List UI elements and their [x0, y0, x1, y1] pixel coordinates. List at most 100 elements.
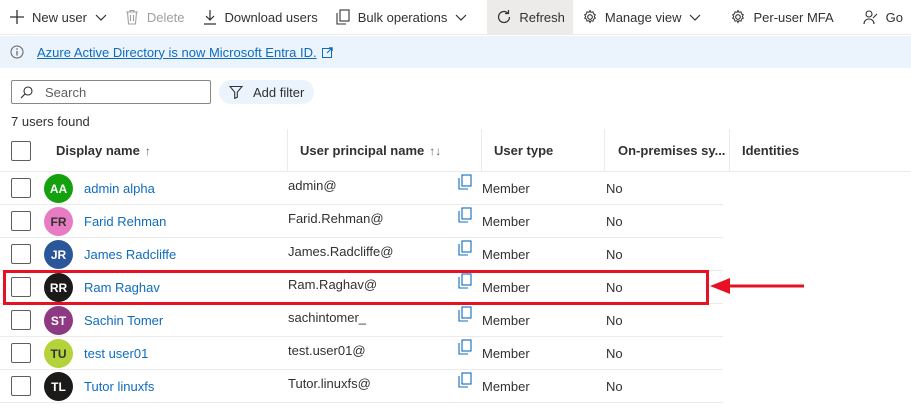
user-display-name-link[interactable]: James Radcliffe [84, 247, 176, 262]
sort-icon: ↑↓ [429, 143, 442, 158]
user-principal-name: test.user01@ [288, 343, 366, 358]
table-row[interactable]: AA admin alpha admin@ Member No [0, 172, 723, 205]
column-divider[interactable] [604, 129, 605, 172]
add-filter-button[interactable]: Add filter [219, 80, 315, 104]
user-type: Member [482, 346, 530, 361]
table-row[interactable]: FR Farid Rehman Farid.Rehman@ Member No [0, 205, 723, 238]
column-identities-label: Identities [742, 143, 800, 158]
user-display-name-link[interactable]: Farid Rehman [84, 214, 166, 229]
filter-icon [229, 85, 243, 99]
column-on-prem-label: On-premises sy... [618, 143, 726, 158]
on-premises-sync-value: No [606, 313, 623, 328]
refresh-button[interactable]: Refresh [487, 0, 573, 35]
user-type: Member [482, 379, 530, 394]
copy-icon[interactable] [458, 306, 472, 322]
column-user-principal-name[interactable]: User principal name ↑↓ [300, 129, 441, 172]
delete-label: Delete [146, 9, 185, 25]
avatar: AA [44, 174, 73, 203]
row-checkbox[interactable] [11, 178, 31, 198]
pointer-arrow-icon [710, 278, 804, 294]
user-type: Member [482, 181, 530, 196]
sort-ascending-icon: ↑ [144, 143, 151, 158]
download-users-label: Download users [224, 9, 318, 25]
table-header: Display name ↑ User principal name ↑↓ Us… [0, 129, 911, 172]
new-user-button[interactable]: New user [0, 0, 115, 35]
table-row[interactable]: TU test user01 test.user01@ Member No [0, 337, 723, 370]
on-premises-sync-value: No [606, 181, 623, 196]
search-icon [20, 85, 33, 99]
row-checkbox[interactable] [11, 376, 31, 396]
delete-button[interactable]: Delete [115, 0, 193, 35]
user-type: Member [482, 313, 530, 328]
column-user-type-label: User type [494, 143, 554, 158]
copy-icon[interactable] [458, 339, 472, 355]
copy-icon[interactable] [458, 207, 472, 223]
refresh-label: Refresh [519, 9, 565, 25]
avatar: TU [44, 339, 73, 368]
table-row[interactable]: ST Sachin Tomer sachintomer_ Member No [0, 304, 723, 337]
got-feedback-button[interactable]: Go [854, 0, 911, 35]
plus-icon [8, 8, 26, 26]
column-divider[interactable] [287, 129, 288, 172]
command-bar: New user Delete Download users Bulk oper… [0, 0, 911, 35]
search-input[interactable] [45, 84, 195, 100]
user-principal-name: Tutor.linuxfs@ [288, 376, 371, 391]
user-display-name-link[interactable]: admin alpha [84, 181, 155, 196]
table-row[interactable]: JR James Radcliffe James.Radcliffe@ Memb… [0, 238, 723, 271]
on-premises-sync-value: No [606, 379, 623, 394]
info-icon [10, 45, 24, 59]
column-user-type[interactable]: User type [494, 129, 553, 172]
user-display-name-link[interactable]: Tutor linuxfs [84, 379, 154, 394]
entra-announcement-link[interactable]: Azure Active Directory is now Microsoft … [37, 45, 317, 60]
avatar: ST [44, 306, 73, 335]
new-user-label: New user [32, 9, 87, 25]
column-identities[interactable]: Identities [742, 129, 799, 172]
copy-icon[interactable] [458, 174, 472, 190]
select-all-checkbox[interactable] [11, 141, 31, 161]
got-feedback-label: Go [885, 9, 904, 25]
trash-icon [123, 8, 141, 26]
user-principal-name: James.Radcliffe@ [288, 244, 394, 259]
bulk-operations-button[interactable]: Bulk operations [326, 0, 476, 35]
manage-view-label: Manage view [604, 9, 682, 25]
avatar: TL [44, 372, 73, 401]
search-box [11, 80, 211, 104]
gear-icon [581, 8, 599, 26]
download-icon [201, 8, 219, 26]
bulk-operations-label: Bulk operations [357, 9, 448, 25]
copy-icon[interactable] [458, 372, 472, 388]
user-principal-name: admin@ [288, 178, 337, 193]
bulk-documents-icon [334, 8, 352, 26]
avatar: JR [44, 240, 73, 269]
user-display-name-link[interactable]: Sachin Tomer [84, 313, 163, 328]
column-display-name[interactable]: Display name ↑ [56, 129, 151, 172]
download-users-button[interactable]: Download users [193, 0, 326, 35]
chevron-down-icon [689, 11, 701, 23]
on-premises-sync-value: No [606, 214, 623, 229]
row-checkbox[interactable] [11, 211, 31, 231]
chevron-down-icon [455, 11, 467, 23]
chevron-down-icon [95, 11, 107, 23]
user-principal-name: sachintomer_ [288, 310, 367, 325]
results-count: 7 users found [11, 114, 90, 129]
row-checkbox[interactable] [11, 244, 31, 264]
external-link-icon[interactable] [321, 46, 333, 58]
table-row[interactable]: TL Tutor linuxfs Tutor.linuxfs@ Member N… [0, 370, 723, 403]
user-display-name-link[interactable]: test user01 [84, 346, 148, 361]
feedback-person-icon [862, 8, 880, 26]
user-type: Member [482, 247, 530, 262]
on-premises-sync-value: No [606, 247, 623, 262]
row-checkbox[interactable] [11, 310, 31, 330]
manage-view-button[interactable]: Manage view [573, 0, 710, 35]
gear-icon [729, 8, 747, 26]
column-divider[interactable] [729, 129, 730, 172]
column-upn-label: User principal name [300, 143, 425, 158]
user-type: Member [482, 214, 530, 229]
per-user-mfa-button[interactable]: Per-user MFA [721, 0, 841, 35]
column-display-name-label: Display name [56, 143, 140, 158]
highlight-box [3, 270, 709, 305]
copy-icon[interactable] [458, 240, 472, 256]
row-checkbox[interactable] [11, 343, 31, 363]
column-divider[interactable] [481, 129, 482, 172]
column-on-premises-sync[interactable]: On-premises sy... [618, 129, 725, 172]
